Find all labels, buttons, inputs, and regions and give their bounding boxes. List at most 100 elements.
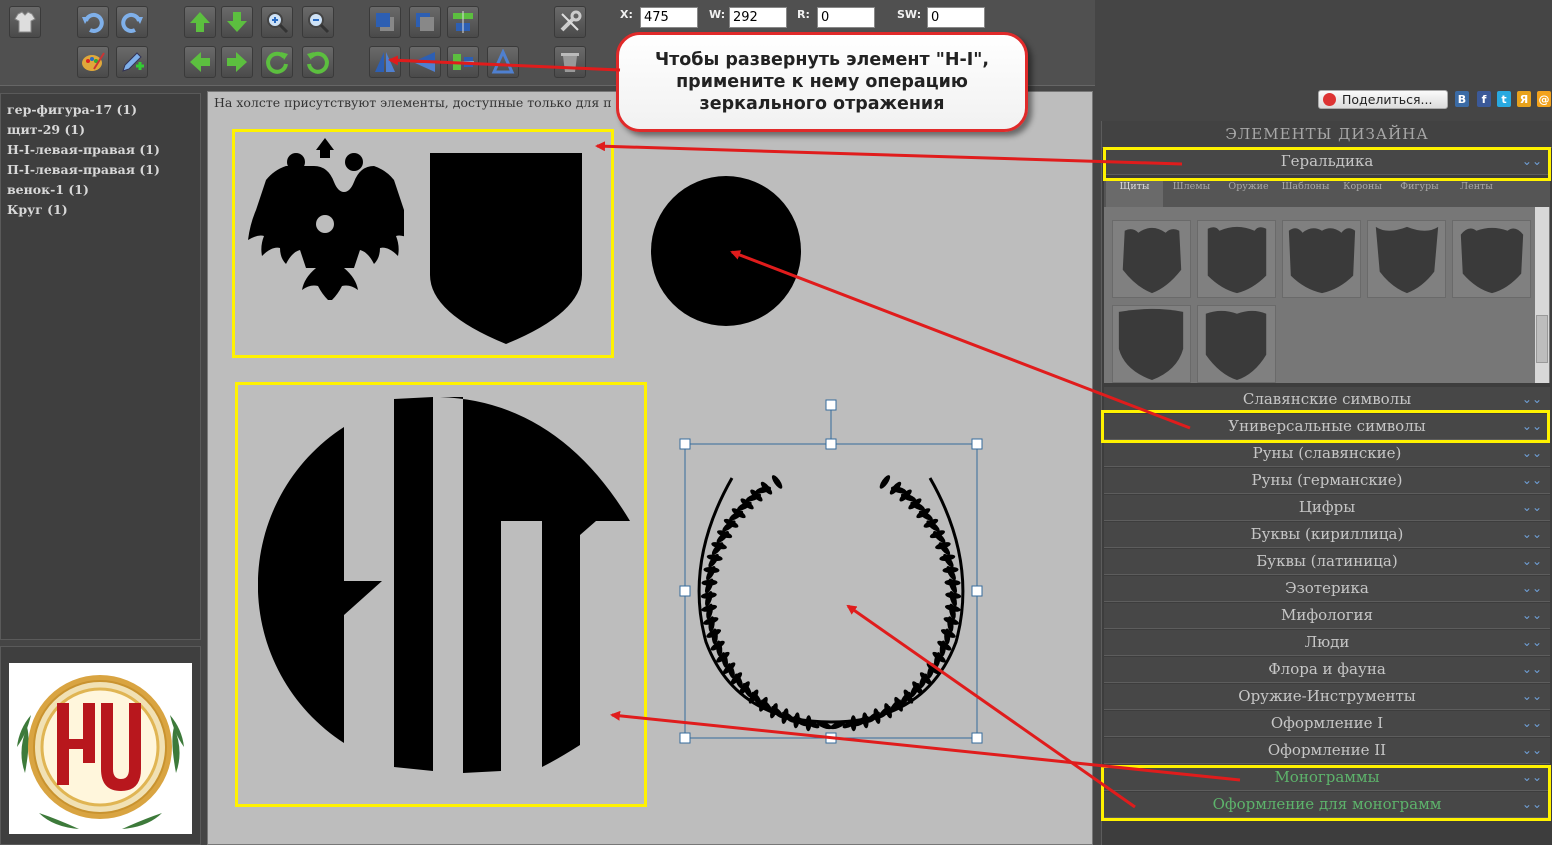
category-heraldry[interactable]: Геральдика ⌄⌄ [1104, 149, 1550, 175]
chevron-down-icon: ⌄⌄ [1521, 770, 1542, 784]
heraldry-subtabs: Щиты Шлемы Оружие Шаблоны Короны Фигуры … [1104, 179, 1550, 207]
move-left-icon[interactable] [184, 46, 216, 78]
layer-item[interactable]: щит-29 (1) [7, 120, 194, 140]
mirror-horizontal-icon[interactable] [369, 46, 401, 78]
shield-thumb[interactable] [1452, 220, 1531, 298]
shield-thumb[interactable] [1112, 305, 1191, 383]
subtab-shields[interactable]: Щиты [1106, 179, 1163, 207]
rotation-label: R: [797, 8, 810, 21]
stroke-width-input[interactable] [927, 7, 985, 28]
rotate-cw-icon[interactable] [261, 46, 293, 78]
subtab-helmets[interactable]: Шлемы [1163, 179, 1220, 207]
subtab-weapons[interactable]: Оружие [1220, 179, 1277, 207]
align-center-icon[interactable] [447, 6, 479, 38]
scrollbar-thumb[interactable] [1536, 315, 1548, 363]
editor-window: X: W: R: SW: гер-фигура-17 (1) щит-29 (1… [0, 0, 1552, 845]
category-label: Буквы (кириллица) [1250, 525, 1404, 543]
circle-element[interactable] [650, 175, 802, 327]
subtab-templates[interactable]: Шаблоны [1277, 179, 1334, 207]
facebook-icon[interactable]: f [1477, 91, 1491, 107]
chevron-down-icon: ⌄⌄ [1521, 743, 1542, 757]
subtab-figures[interactable]: Фигуры [1391, 179, 1448, 207]
zoom-out-icon[interactable] [302, 6, 334, 38]
category-label: Оформление II [1267, 741, 1387, 759]
width-input[interactable] [729, 7, 787, 28]
move-down-icon[interactable] [221, 6, 253, 38]
category-slavic-symbols[interactable]: Славянские символы ⌄⌄ [1104, 387, 1550, 413]
category-weapons-tools[interactable]: Оружие-Инструменты ⌄⌄ [1104, 684, 1550, 710]
shirt-icon[interactable] [9, 6, 41, 38]
layer-item[interactable]: Круг (1) [7, 200, 194, 220]
canvas-notice: На холсте присутствуют элементы, доступн… [214, 95, 612, 110]
chevron-down-icon: ⌄⌄ [1521, 608, 1542, 622]
move-right-icon[interactable] [221, 46, 253, 78]
delete-icon[interactable] [554, 46, 586, 78]
shield-thumb[interactable] [1112, 220, 1191, 298]
shield-thumb[interactable] [1197, 305, 1276, 383]
layer-item[interactable]: гер-фигура-17 (1) [7, 100, 194, 120]
undo-icon[interactable] [77, 6, 109, 38]
chevron-down-icon: ⌄⌄ [1521, 392, 1542, 406]
flip-vertical-icon[interactable] [487, 46, 519, 78]
category-label: Оформление I [1270, 714, 1384, 732]
category-decoration-2[interactable]: Оформление II ⌄⌄ [1104, 738, 1550, 764]
align-middle-icon[interactable] [447, 46, 479, 78]
category-universal-symbols[interactable]: Универсальные символы ⌄⌄ [1104, 414, 1550, 440]
mail-icon[interactable]: @ [1537, 91, 1551, 107]
redo-icon[interactable] [116, 6, 148, 38]
x-input[interactable] [640, 7, 698, 28]
edit-add-icon[interactable] [116, 46, 148, 78]
subtab-crowns[interactable]: Короны [1334, 179, 1391, 207]
monogram-preview-image [17, 675, 184, 829]
share-button[interactable]: Поделиться... [1318, 90, 1448, 109]
chevron-down-icon: ⌄⌄ [1521, 797, 1542, 811]
category-esoterics[interactable]: Эзотерика ⌄⌄ [1104, 576, 1550, 602]
category-monogram-decoration[interactable]: Оформление для монограмм ⌄⌄ [1104, 792, 1550, 818]
category-label: Мифология [1280, 606, 1373, 624]
x-label: X: [620, 8, 633, 21]
wreath-leaf [879, 475, 891, 489]
zoom-in-icon[interactable] [261, 6, 293, 38]
layer-item[interactable]: Н-I-левая-правая (1) [7, 140, 194, 160]
gallery-scrollbar[interactable] [1535, 207, 1549, 383]
layers-list: гер-фигура-17 (1) щит-29 (1) Н-I-левая-п… [0, 93, 201, 640]
bring-front-icon[interactable] [369, 6, 401, 38]
share-icon [1323, 93, 1336, 106]
monogram-element[interactable] [258, 395, 634, 775]
category-decoration-1[interactable]: Оформление I ⌄⌄ [1104, 711, 1550, 737]
chevron-down-icon: ⌄⌄ [1521, 662, 1542, 676]
mirror-vertical-icon[interactable] [409, 46, 441, 78]
shield-thumb[interactable] [1282, 220, 1361, 298]
shield-thumb[interactable] [1367, 220, 1446, 298]
category-monograms[interactable]: Монограммы ⌄⌄ [1104, 765, 1550, 791]
wreath-leaf [771, 475, 783, 489]
yandex-icon[interactable]: Я [1517, 91, 1531, 107]
category-runes-slavic[interactable]: Руны (славянские) ⌄⌄ [1104, 441, 1550, 467]
send-back-icon[interactable] [409, 6, 441, 38]
category-digits[interactable]: Цифры ⌄⌄ [1104, 495, 1550, 521]
category-letters-cyrillic[interactable]: Буквы (кириллица) ⌄⌄ [1104, 522, 1550, 548]
design-canvas[interactable]: На холсте присутствуют элементы, доступн… [207, 91, 1093, 845]
panel-title: ЭЛЕМЕНТЫ ДИЗАЙНА [1102, 121, 1552, 148]
rotate-ccw-icon[interactable] [302, 46, 334, 78]
category-runes-germanic[interactable]: Руны (германские) ⌄⌄ [1104, 468, 1550, 494]
vk-icon[interactable]: В [1455, 91, 1469, 107]
category-mythology[interactable]: Мифология ⌄⌄ [1104, 603, 1550, 629]
category-letters-latin[interactable]: Буквы (латиница) ⌄⌄ [1104, 549, 1550, 575]
palette-icon[interactable] [77, 46, 109, 78]
shield-thumb[interactable] [1197, 220, 1276, 298]
category-label: Цифры [1298, 498, 1356, 516]
move-up-icon[interactable] [184, 6, 216, 38]
layer-item[interactable]: П-I-левая-правая (1) [7, 160, 194, 180]
wreath-element[interactable] [676, 392, 986, 752]
settings-icon[interactable] [554, 6, 586, 38]
chevron-down-icon: ⌄⌄ [1521, 419, 1542, 433]
category-people[interactable]: Люди ⌄⌄ [1104, 630, 1550, 656]
twitter-icon[interactable]: t [1497, 91, 1511, 107]
rotation-input[interactable] [817, 7, 875, 28]
category-flora-fauna[interactable]: Флора и фауна ⌄⌄ [1104, 657, 1550, 683]
double-eagle-element[interactable] [246, 136, 404, 304]
layer-item[interactable]: венок-1 (1) [7, 180, 194, 200]
shield-element[interactable] [430, 153, 583, 345]
subtab-ribbons[interactable]: Ленты [1448, 179, 1505, 207]
